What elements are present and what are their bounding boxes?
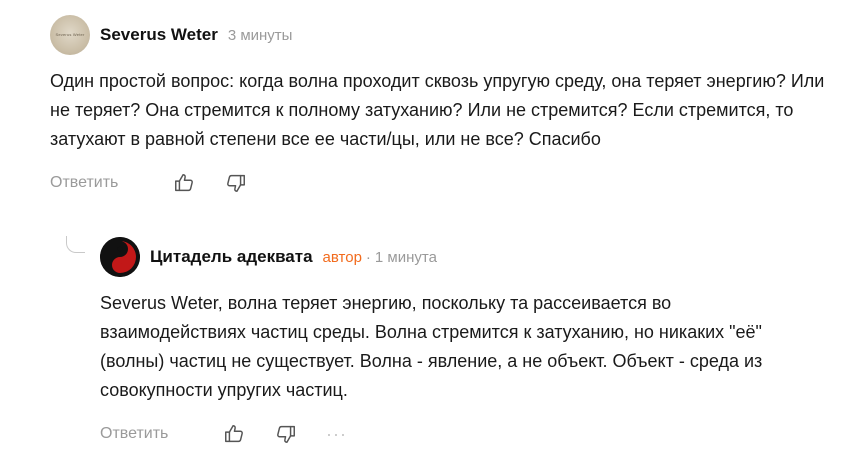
comment-text: Severus Weter, волна теряет энергию, пос…	[100, 293, 763, 400]
comment-time: 1 минута	[374, 248, 437, 266]
reply-button[interactable]: Ответить	[100, 425, 222, 443]
comment-header: Severus Weter Severus Weter 3 минуты	[50, 15, 830, 55]
comment-text: Один простой вопрос: когда волна проходи…	[50, 71, 825, 149]
like-button[interactable]	[222, 422, 246, 446]
avatar-label: Severus Weter	[55, 32, 85, 37]
dislike-button[interactable]	[274, 422, 298, 446]
thumb-up-icon	[225, 425, 243, 443]
avatar[interactable]: Severus Weter	[50, 15, 90, 55]
comment-item: Severus Weter Severus Weter 3 минуты Оди…	[50, 15, 830, 196]
separator-dot: ·	[365, 248, 371, 266]
reply-button[interactable]: Ответить	[50, 174, 172, 192]
author-name[interactable]: Severus Weter	[100, 25, 218, 45]
thumb-down-icon	[277, 425, 295, 443]
yin-yang-icon	[100, 237, 140, 277]
thumb-up-icon	[175, 174, 193, 192]
thumb-down-icon	[227, 174, 245, 192]
like-button[interactable]	[172, 171, 196, 195]
comment-reply: Цитадель адеквата автор · 1 минута Sever…	[100, 237, 820, 447]
thread-connector	[66, 236, 85, 253]
more-options-button[interactable]: ···	[326, 424, 347, 445]
author-badge: автор	[322, 248, 362, 266]
comment-actions: Ответить ···	[100, 421, 820, 447]
dislike-button[interactable]	[224, 171, 248, 195]
comment-time: 3 минуты	[227, 26, 293, 44]
comment-actions: Ответить	[50, 170, 830, 196]
author-name[interactable]: Цитадель адеквата	[150, 247, 313, 267]
comment-header: Цитадель адеквата автор · 1 минута	[100, 237, 820, 277]
avatar[interactable]	[100, 237, 140, 277]
